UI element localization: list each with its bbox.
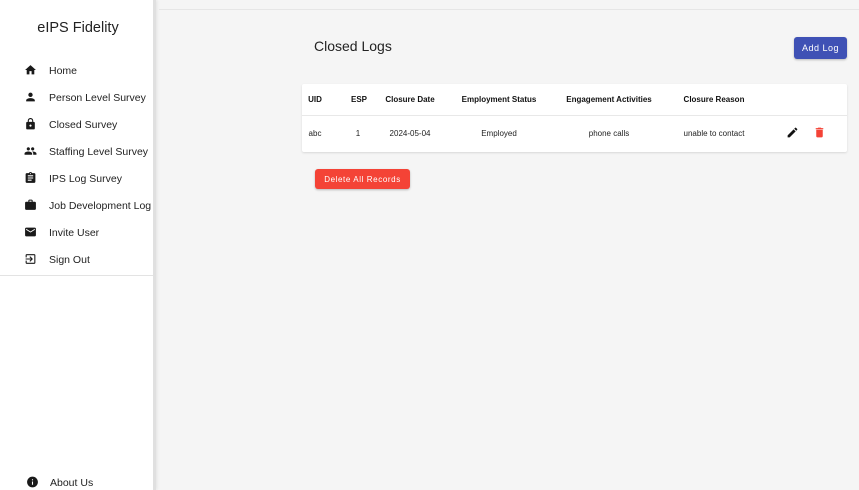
app-root: eIPS Fidelity Home Person Level Survey C… xyxy=(0,0,859,490)
person-icon xyxy=(24,90,37,103)
sidebar-item-label: Home xyxy=(49,64,78,77)
delete-icon[interactable] xyxy=(813,126,826,139)
cell-engagement-activities: phone calls xyxy=(588,129,630,138)
column-header-closure-date: Closure Date xyxy=(385,95,435,104)
people-icon xyxy=(24,144,37,157)
sidebar-item-label: Closed Survey xyxy=(49,118,118,131)
edit-icon[interactable] xyxy=(786,126,799,139)
brand-title: eIPS Fidelity xyxy=(37,20,119,36)
sidebar-item-invite-user[interactable]: Invite User xyxy=(0,218,153,245)
delete-all-records-button[interactable]: Delete All Records xyxy=(315,169,410,189)
sidebar-item-home[interactable]: Home xyxy=(0,56,153,83)
sidebar-item-label: Person Level Survey xyxy=(49,91,146,104)
sidebar-item-sign-out[interactable]: Sign Out xyxy=(0,245,153,272)
info-icon xyxy=(26,476,39,489)
sidebar-item-label: Job Development Log xyxy=(49,199,152,212)
sidebar-item-about-us[interactable]: About Us xyxy=(0,472,153,490)
column-header-engagement-activities: Engagement Activities xyxy=(566,95,652,104)
column-header-uid: UID xyxy=(308,95,322,104)
sidebar-nav: Home Person Level Survey Closed Survey S… xyxy=(0,56,153,272)
cell-closure-date: 2024-05-04 xyxy=(389,129,431,138)
sidebar: eIPS Fidelity Home Person Level Survey C… xyxy=(0,0,156,490)
sidebar-item-label: Sign Out xyxy=(49,253,90,266)
top-divider xyxy=(159,9,859,10)
briefcase-icon xyxy=(24,198,37,211)
clipboard-icon xyxy=(24,171,37,184)
closed-logs-table: UID ESP Closure Date Employment Status E… xyxy=(302,84,847,152)
sidebar-item-job-development-log[interactable]: Job Development Log xyxy=(0,191,153,218)
cell-uid: abc xyxy=(308,129,322,138)
cell-employment-status: Employed xyxy=(481,129,517,138)
header-divider xyxy=(302,115,847,116)
sign-out-icon xyxy=(24,252,37,265)
page-title: Closed Logs xyxy=(314,38,392,54)
column-header-closure-reason: Closure Reason xyxy=(683,95,745,104)
home-icon xyxy=(24,63,37,76)
sidebar-item-label: IPS Log Survey xyxy=(49,172,122,185)
sidebar-item-label: Staffing Level Survey xyxy=(49,145,149,158)
sidebar-divider xyxy=(0,275,153,276)
sidebar-item-label: Invite User xyxy=(49,226,100,239)
mail-icon xyxy=(24,225,37,238)
column-header-employment-status: Employment Status xyxy=(461,95,537,104)
sidebar-item-staffing-level-survey[interactable]: Staffing Level Survey xyxy=(0,137,153,164)
sidebar-item-label: About Us xyxy=(50,477,94,490)
sidebar-item-ips-log-survey[interactable]: IPS Log Survey xyxy=(0,164,153,191)
cell-closure-reason: unable to contact xyxy=(683,129,745,138)
lock-icon xyxy=(24,117,37,130)
column-header-esp: ESP xyxy=(350,95,368,104)
cell-esp: 1 xyxy=(355,129,361,138)
add-log-button[interactable]: Add Log xyxy=(794,37,847,59)
sidebar-item-closed-survey[interactable]: Closed Survey xyxy=(0,110,153,137)
sidebar-item-person-level-survey[interactable]: Person Level Survey xyxy=(0,83,153,110)
